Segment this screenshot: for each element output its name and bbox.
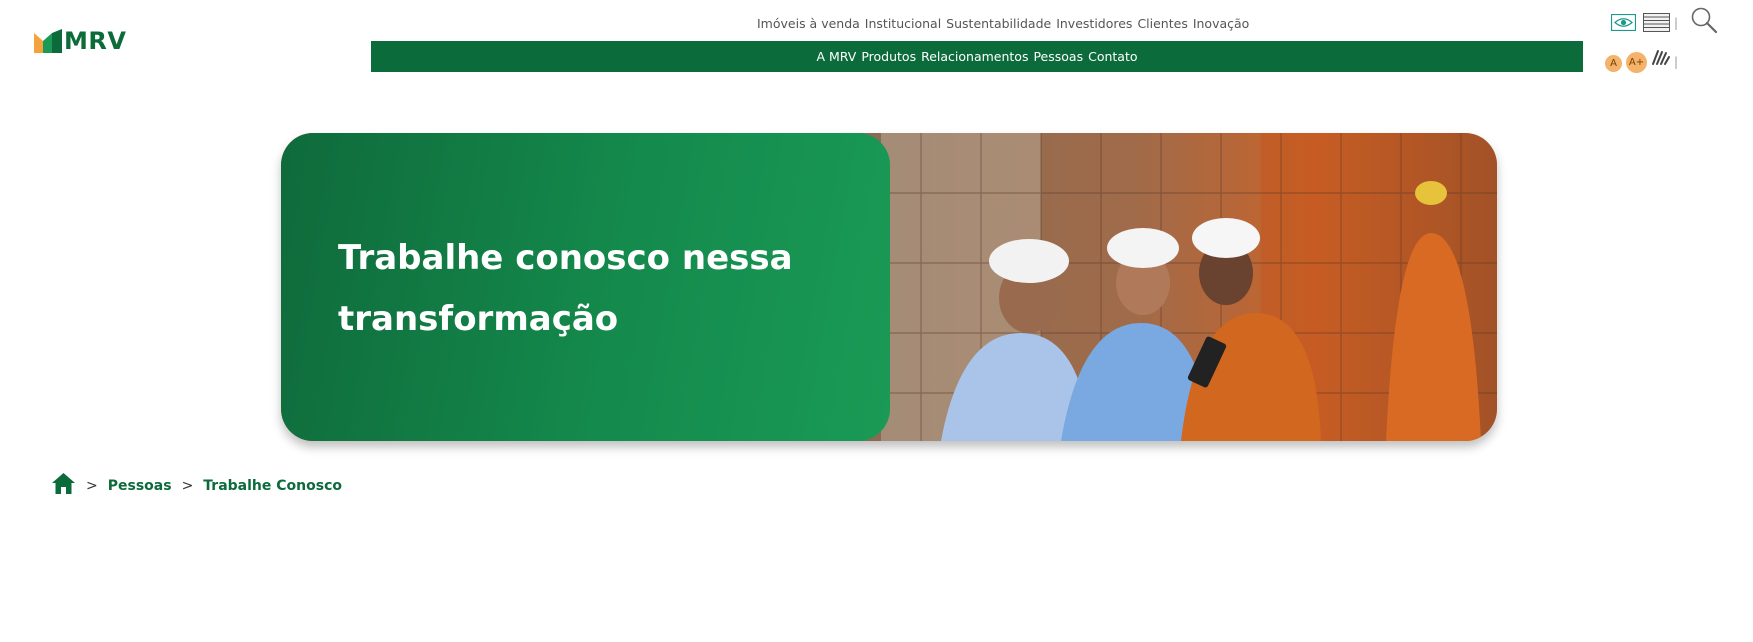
hero-green-card: Trabalhe conosco nessa transformação bbox=[281, 133, 890, 441]
font-decrease-button[interactable]: A bbox=[1605, 55, 1622, 72]
main-navigation-bar: A MRV Produtos Relacionamentos Pessoas C… bbox=[371, 41, 1583, 72]
breadcrumb-separator: > bbox=[86, 477, 98, 494]
nav-contato[interactable]: Contato bbox=[1088, 49, 1137, 64]
nav-inovacao[interactable]: Inovação bbox=[1193, 16, 1250, 31]
hero-title-line-2: transformação bbox=[338, 299, 619, 339]
nav-investidores[interactable]: Investidores bbox=[1056, 16, 1132, 31]
hero-title: Trabalhe conosco nessa transformação bbox=[338, 228, 858, 350]
hero-title-line-1: Trabalhe conosco nessa bbox=[338, 238, 793, 278]
breadcrumb: > Pessoas > Trabalhe Conosco bbox=[51, 472, 342, 499]
breadcrumb-trabalhe-conosco[interactable]: Trabalhe Conosco bbox=[203, 478, 342, 494]
nav-a-mrv[interactable]: A MRV bbox=[816, 49, 856, 64]
breadcrumb-separator: > bbox=[181, 477, 194, 494]
nav-produtos[interactable]: Produtos bbox=[861, 49, 916, 64]
eye-contrast-icon[interactable] bbox=[1610, 13, 1637, 35]
top-navigation: Imóveis à venda Institucional Sustentabi… bbox=[757, 16, 1249, 31]
nav-pessoas[interactable]: Pessoas bbox=[1033, 49, 1083, 64]
search-icon[interactable] bbox=[1690, 6, 1718, 38]
breadcrumb-pessoas[interactable]: Pessoas bbox=[108, 478, 172, 494]
nav-relacionamentos[interactable]: Relacionamentos bbox=[921, 49, 1028, 64]
hero-banner: Trabalhe conosco nessa transformação bbox=[281, 133, 1497, 441]
nav-imoveis-a-venda[interactable]: Imóveis à venda bbox=[757, 16, 860, 31]
mrv-logo-mark-icon bbox=[34, 29, 62, 53]
font-increase-button[interactable]: A+ bbox=[1626, 52, 1647, 73]
sign-language-icon[interactable] bbox=[1651, 48, 1671, 70]
tools-separator-2: | bbox=[1674, 55, 1679, 69]
nav-sustentabilidade[interactable]: Sustentabilidade bbox=[946, 16, 1051, 31]
flag-icon[interactable] bbox=[1643, 13, 1670, 36]
home-icon[interactable] bbox=[51, 472, 76, 499]
logo-wordmark: MRV bbox=[64, 27, 127, 55]
mrv-logo[interactable]: MRV bbox=[34, 27, 126, 55]
nav-institucional[interactable]: Institucional bbox=[865, 16, 941, 31]
nav-clientes[interactable]: Clientes bbox=[1137, 16, 1187, 31]
tools-separator: | bbox=[1674, 16, 1679, 30]
